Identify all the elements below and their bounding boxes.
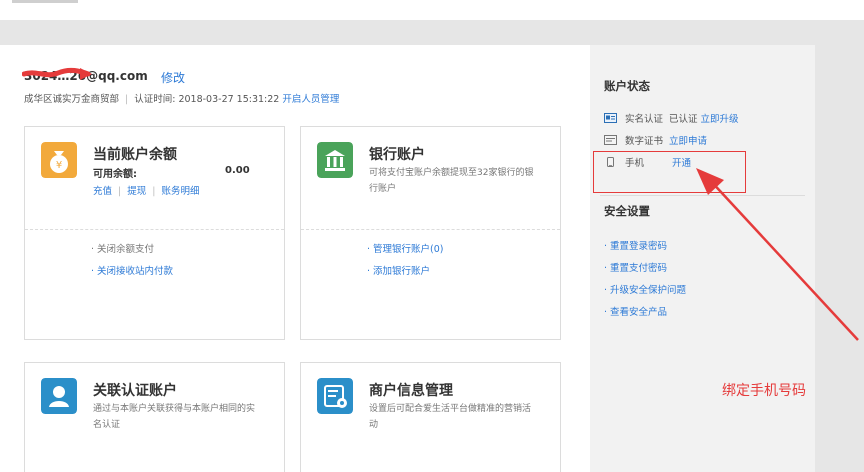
balance-actions: 充值 | 提现 | 账务明细 <box>93 183 199 197</box>
merchant-settings-icon <box>317 378 353 414</box>
separator: | <box>152 186 156 197</box>
reset-login-password-link[interactable]: · 重置登录密码 <box>604 238 667 252</box>
meta-separator: | <box>125 94 129 105</box>
manage-bank-account-link[interactable]: · 管理银行账户(0) <box>367 239 444 261</box>
status-item-certificate: 数字证书 立即申请 <box>604 133 707 147</box>
linked-auth-card: 关联认证账户 通过与本账户关联获得与本账户相同的实名认证 <box>24 362 285 472</box>
close-site-receive-link[interactable]: · 关闭接收站内付款 <box>91 261 173 283</box>
linked-auth-title: 关联认证账户 <box>93 383 177 399</box>
user-icon <box>41 378 77 414</box>
top-bar-fragment <box>12 0 78 3</box>
withdraw-link[interactable]: 提现 <box>127 186 146 197</box>
bank-card: 银行账户 可将支付宝账户余额提现至32家银行的银行账户 · 管理银行账户(0) … <box>300 126 561 340</box>
separator: | <box>118 186 122 197</box>
edit-email-link[interactable]: 修改 <box>161 69 185 86</box>
id-card-icon <box>604 113 617 123</box>
account-location: 成华区诚实万金商贸部 <box>24 94 120 105</box>
apply-certificate-link[interactable]: 立即申请 <box>669 133 707 147</box>
upgrade-link[interactable]: 立即升级 <box>701 111 739 125</box>
balance-label: 可用余额: <box>93 169 137 180</box>
balance-card: ¥ 当前账户余额 可用余额: 0.00 充值 | 提现 | 账务明细 · 关闭余额支付 … <box>24 126 285 340</box>
member-management-link[interactable]: 开启人员管理 <box>282 94 339 105</box>
bank-bullets: · 管理银行账户(0) · 添加银行账户 <box>367 239 444 283</box>
account-meta: 成华区诚实万金商贸部 | 认证时间: 2018-03-27 15:31:22 开启人… <box>24 91 339 105</box>
realname-label: 实名认证 <box>625 114 664 125</box>
realname-state: 已认证 <box>669 114 698 125</box>
bank-desc: 可将支付宝账户余额提现至32家银行的银行账户 <box>369 168 534 194</box>
svg-text:¥: ¥ <box>56 160 62 171</box>
balance-bullets: · 关闭余额支付 · 关闭接收站内付款 <box>91 239 173 283</box>
sidebar: 账户状态 实名认证 已认证 立即升级 数字证书 立即申请 手机 开通 安全设置 … <box>590 45 815 472</box>
annotation-label: 绑定手机号码 <box>722 383 806 399</box>
money-bag-icon: ¥ <box>41 142 77 178</box>
merchant-desc: 设置后可配合爱生活平台做精准的营销活动 <box>369 404 532 430</box>
close-balance-pay-item: · 关闭余额支付 <box>91 244 155 255</box>
card-divider <box>301 229 560 230</box>
phone-highlight-box <box>593 151 746 193</box>
bank-icon <box>317 142 353 178</box>
redaction-scribble <box>22 67 92 80</box>
merchant-title: 商户信息管理 <box>369 383 453 399</box>
main-panel: 3024…26@qq.com 修改 成华区诚实万金商贸部|认证时间: 2018-… <box>0 45 590 472</box>
status-item-realname: 实名认证 已认证 立即升级 <box>604 111 739 125</box>
auth-time: 2018-03-27 15:31:22 <box>178 94 280 105</box>
balance-title: 当前账户余额 <box>93 147 177 163</box>
auth-time-label: 认证时间: <box>134 94 176 105</box>
certificate-icon <box>604 135 617 145</box>
sidebar-divider <box>600 195 805 196</box>
upgrade-security-question-link[interactable]: · 升级安全保护问题 <box>604 282 686 296</box>
add-bank-account-link[interactable]: · 添加银行账户 <box>367 261 444 283</box>
bank-title: 银行账户 <box>369 147 425 163</box>
balance-value: 0.00 <box>225 165 250 176</box>
merchant-card: 商户信息管理 设置后可配合爱生活平台做精准的营销活动 <box>300 362 561 472</box>
account-status-title: 账户状态 <box>604 79 650 93</box>
view-security-products-link[interactable]: · 查看安全产品 <box>604 304 667 318</box>
recharge-link[interactable]: 充值 <box>93 186 112 197</box>
top-bar <box>0 0 864 20</box>
linked-auth-desc: 通过与本账户关联获得与本账户相同的实名认证 <box>93 404 256 430</box>
reset-pay-password-link[interactable]: · 重置支付密码 <box>604 260 667 274</box>
statement-link[interactable]: 账务明细 <box>161 186 199 197</box>
certificate-label: 数字证书 <box>625 136 664 147</box>
security-settings-title: 安全设置 <box>604 204 650 218</box>
card-divider <box>25 229 284 230</box>
